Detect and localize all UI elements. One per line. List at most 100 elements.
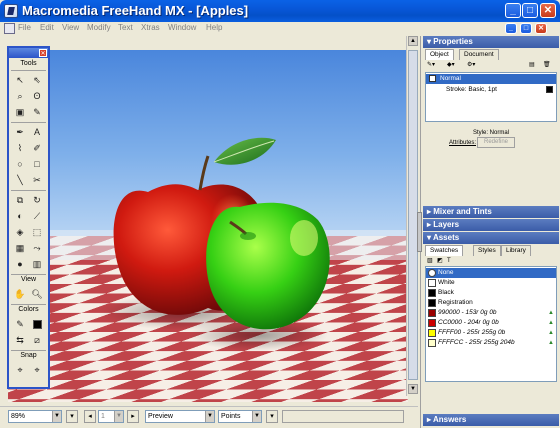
- blend-tool-icon[interactable]: ◈: [13, 226, 27, 239]
- lasso-tool-icon[interactable]: ʘ: [30, 90, 44, 103]
- fill-color-icon[interactable]: [30, 318, 44, 331]
- no-color-icon[interactable]: ⧄: [30, 334, 44, 347]
- add-effect-icon[interactable]: ⚙▾: [467, 60, 475, 70]
- menu-window[interactable]: Window: [168, 23, 196, 32]
- rotate-tool-icon[interactable]: ↻: [30, 194, 44, 207]
- swatch-row[interactable]: White: [426, 278, 556, 288]
- freehand-app-icon[interactable]: [4, 4, 18, 18]
- zoom-select[interactable]: 89% ▼: [8, 410, 62, 423]
- extrude-tool-icon[interactable]: ⬚: [30, 226, 44, 239]
- document-menu-icon[interactable]: [4, 23, 15, 34]
- none-swatch-icon: [428, 269, 436, 277]
- menu-view[interactable]: View: [62, 23, 79, 32]
- tab-swatches[interactable]: Swatches: [425, 245, 464, 256]
- swatch-row[interactable]: FFFF00 - 255r 255g 0b ▲: [426, 328, 556, 338]
- properties-panel-header[interactable]: ▾ Properties: [423, 36, 559, 48]
- status-options-button[interactable]: ▾: [266, 410, 278, 423]
- list-item[interactable]: Normal: [426, 74, 556, 84]
- drawing-canvas[interactable]: [8, 50, 408, 402]
- doc-minimize-button[interactable]: _: [505, 23, 517, 34]
- line-tool-icon[interactable]: ╲: [13, 174, 27, 187]
- stroke-swatch-icon[interactable]: ▧: [427, 256, 433, 266]
- units-select[interactable]: Points ▼: [218, 410, 262, 423]
- maximize-button[interactable]: □: [522, 3, 538, 18]
- swatch-row[interactable]: Registration: [426, 298, 556, 308]
- chart-tool-icon[interactable]: ▥: [30, 258, 44, 271]
- snap-to-point-icon[interactable]: ⌖: [13, 364, 27, 377]
- layers-panel-header[interactable]: ▸ Layers: [423, 219, 559, 231]
- duplicate-item-icon[interactable]: ▤: [529, 60, 535, 70]
- swap-colors-icon[interactable]: ⇆: [13, 334, 27, 347]
- ellipse-tool-icon[interactable]: ○: [13, 158, 27, 171]
- swatch-label: FFFFCC - 255r 255g 204b: [438, 339, 515, 346]
- skew-tool-icon[interactable]: ⟋: [30, 210, 44, 223]
- subselect-tool-icon[interactable]: ⇖: [30, 74, 44, 87]
- menu-xtras[interactable]: Xtras: [141, 23, 160, 32]
- redefine-button[interactable]: Redefine: [477, 137, 515, 148]
- reflect-tool-icon[interactable]: ◐: [13, 210, 27, 223]
- previous-page-button[interactable]: ◂: [84, 410, 96, 423]
- eyedropper-tool-icon[interactable]: ✎: [30, 106, 44, 119]
- minimize-button[interactable]: _: [505, 3, 521, 18]
- menu-help[interactable]: Help: [206, 23, 222, 32]
- scale-tool-icon[interactable]: ⧉: [13, 194, 27, 207]
- tab-styles[interactable]: Styles: [473, 245, 501, 256]
- scroll-up-icon[interactable]: ▲: [408, 36, 418, 46]
- knife-tool-icon[interactable]: ✂: [30, 174, 44, 187]
- menu-modify[interactable]: Modify: [87, 23, 111, 32]
- tab-document[interactable]: Document: [459, 49, 499, 60]
- add-stroke-icon[interactable]: ✎▾: [427, 60, 435, 70]
- title-bar: Macromedia FreeHand MX - [Apples] _ □ ✕: [0, 0, 560, 22]
- list-item-label: Normal: [440, 75, 461, 82]
- bezigon-tool-icon[interactable]: ⌇: [13, 142, 27, 155]
- tab-library[interactable]: Library: [501, 245, 531, 256]
- swatch-row[interactable]: None: [426, 268, 556, 278]
- close-button[interactable]: ✕: [540, 3, 556, 18]
- add-fill-icon[interactable]: ◆▾: [447, 60, 455, 70]
- page-select[interactable]: 1 ▼: [98, 410, 124, 423]
- menu-text[interactable]: Text: [118, 23, 133, 32]
- trace-tool-icon[interactable]: ▣: [13, 106, 27, 119]
- swatch-row[interactable]: 990000 - 153r 0g 0b ▲: [426, 308, 556, 318]
- text-swatch-icon[interactable]: T: [447, 256, 451, 266]
- page-tool-icon[interactable]: ⌕: [13, 90, 27, 103]
- stroke-color-icon[interactable]: ✎: [13, 318, 27, 331]
- pen-tool-icon[interactable]: ✒: [13, 126, 27, 139]
- answers-panel-header[interactable]: ▸ Answers: [423, 414, 559, 426]
- tab-object[interactable]: Object: [425, 49, 454, 60]
- connector-tool-icon[interactable]: ⤳: [30, 242, 44, 255]
- swatch-row[interactable]: FFFFCC - 255r 255g 204b ▲: [426, 338, 556, 348]
- swatch-row[interactable]: Black: [426, 288, 556, 298]
- panel-dock-handle[interactable]: [417, 212, 422, 252]
- graphic-hose-tool-icon[interactable]: ●: [13, 258, 27, 271]
- pointer-tool-icon[interactable]: ↖: [13, 74, 27, 87]
- fill-swatch-icon[interactable]: ◩: [437, 256, 443, 266]
- tools-close-icon[interactable]: ✕: [39, 49, 47, 57]
- menu-edit[interactable]: Edit: [40, 23, 54, 32]
- next-page-button[interactable]: ▸: [127, 410, 139, 423]
- hscroll-track[interactable]: [282, 410, 404, 423]
- tools-titlebar[interactable]: ✕: [9, 48, 48, 58]
- assets-panel-header[interactable]: ▾ Assets: [423, 232, 559, 244]
- pencil-tool-icon[interactable]: ✐: [30, 142, 44, 155]
- document-area: ▲ ▼: [0, 36, 418, 406]
- text-tool-icon[interactable]: A: [30, 126, 44, 139]
- zoom-tool-icon[interactable]: 🔍︎: [30, 288, 44, 301]
- view-section-label: View: [20, 276, 37, 283]
- scroll-down-icon[interactable]: ▼: [408, 384, 418, 394]
- snap-to-guide-icon[interactable]: ⌖: [30, 364, 44, 377]
- rectangle-tool-icon[interactable]: □: [30, 158, 44, 171]
- view-mode-select[interactable]: Preview ▼: [145, 410, 215, 423]
- hand-tool-icon[interactable]: ✋: [13, 288, 27, 301]
- swatch-row[interactable]: CC0000 - 204r 0g 0b ▲: [426, 318, 556, 328]
- doc-restore-button[interactable]: □: [520, 23, 532, 34]
- zoom-options-button[interactable]: ▾: [66, 410, 78, 423]
- doc-close-button[interactable]: ✕: [535, 23, 547, 34]
- list-item[interactable]: Stroke: Basic, 1pt: [426, 85, 556, 95]
- mixer-panel-header[interactable]: ▸ Mixer and Tints: [423, 206, 559, 218]
- menu-file[interactable]: File: [18, 23, 31, 32]
- answers-title: Answers: [432, 415, 467, 424]
- tools-title: Tools: [20, 60, 37, 67]
- envelope-tool-icon[interactable]: ▦: [13, 242, 27, 255]
- remove-item-icon[interactable]: 🗑︎: [543, 60, 551, 70]
